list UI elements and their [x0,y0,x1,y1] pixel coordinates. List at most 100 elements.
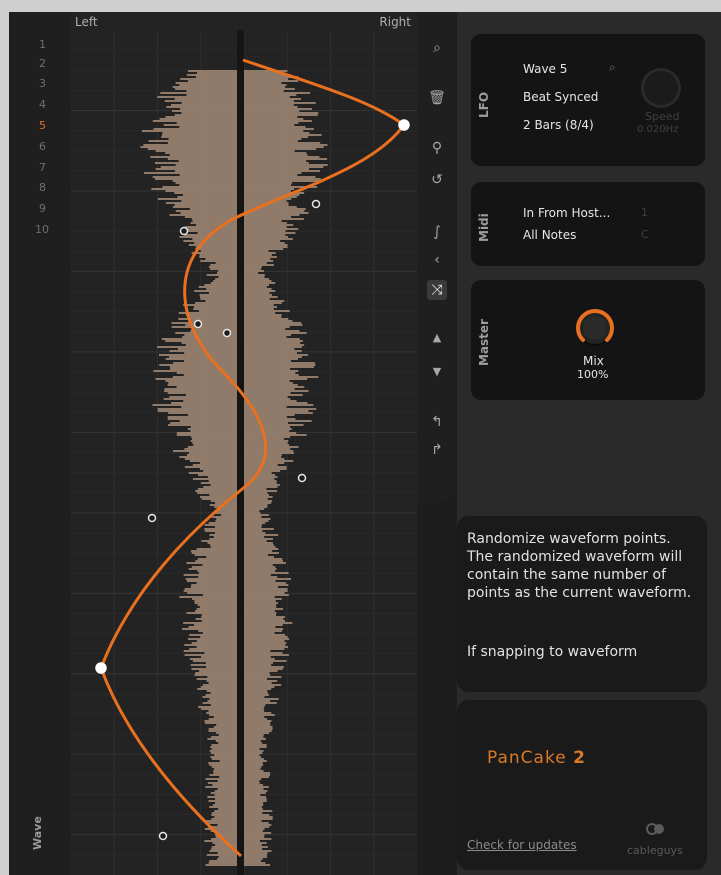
waveform-sample [241,568,277,570]
waveform-sample [241,312,276,314]
waveform-sample [241,232,296,234]
waveform-sample [241,670,278,672]
wave-slot-8[interactable]: 8 [39,181,59,194]
waveform-sample [198,286,241,288]
waveform-sample [241,282,276,284]
waveform-sample [241,676,282,678]
waveform-sample [241,122,299,124]
waveform-sample [241,124,295,126]
triangle-up-icon[interactable]: ▲ [427,328,447,348]
waveform-sample [190,440,241,442]
check-updates-link[interactable]: Check for updates [467,838,577,852]
wave-slot-10[interactable]: 10 [35,223,55,236]
waveform-sample [213,716,241,718]
redo-icon[interactable]: ↱ [427,440,447,460]
waveform-sample [191,566,241,568]
midi-key-value[interactable]: C [641,228,649,241]
lfo-length-select[interactable]: 2 Bars (8/4) [523,118,594,132]
waveform-sample [241,228,299,230]
waveform-sample [241,168,310,170]
waveform-editor[interactable] [71,30,417,875]
waveform-sample [241,764,264,766]
waveform-sample [210,268,241,270]
midi-input-select[interactable]: In From Host... [523,206,610,220]
curve-point[interactable] [311,199,321,209]
curve-point[interactable] [158,831,168,841]
wave-slot-7[interactable]: 7 [39,161,59,174]
waveform-sample [193,306,241,308]
waveform-sample [195,302,241,304]
waveform-sample [179,456,241,458]
waveform-sample [206,274,241,276]
curve-point[interactable] [179,226,189,236]
waveform-sample [241,774,271,776]
curve-point[interactable] [297,473,307,483]
search-icon[interactable]: ⌕ [609,60,616,75]
curve-point[interactable] [398,119,410,131]
waveform-sample [204,528,241,530]
waveform-sample [202,702,241,704]
waveform-sample [206,680,241,682]
s-curve-icon[interactable]: ∫ [427,222,447,242]
waveform-sample [241,864,271,866]
waveform-sample [241,106,298,108]
wave-slot-1[interactable]: 1 [39,38,59,51]
midi-notes-select[interactable]: All Notes [523,228,576,242]
waveform-sample [241,350,302,352]
search-icon[interactable]: ⌕ [427,38,447,58]
waveform-sample [241,680,278,682]
waveform-sample [197,688,241,690]
wave-slot-9[interactable]: 9 [39,202,59,215]
curve-point[interactable] [95,662,107,674]
chevron-left-icon[interactable]: ‹ [427,250,447,270]
lfo-sync-select[interactable]: Beat Synced [523,90,598,104]
waveform-sample [198,572,241,574]
waveform-sample [209,534,241,536]
waveform-canvas[interactable] [71,30,417,875]
waveform-sample [193,308,241,310]
waveform-sample [241,582,286,584]
wave-slot-2[interactable]: 2 [39,57,59,70]
curve-point[interactable] [193,319,203,329]
waveform-sample [196,678,241,680]
link-icon[interactable]: ⚲ [427,138,447,158]
waveform-sample [201,656,241,658]
trash-icon[interactable]: 🗑 [427,88,447,108]
product-logo: PanCake 2 [487,748,586,768]
wave-slot-4[interactable]: 4 [39,98,59,111]
waveform-sample [195,76,241,78]
mix-knob[interactable] [571,304,619,352]
waveform-sample [195,618,241,620]
waveform-sample [203,486,241,488]
waveform-sample [192,478,241,480]
curve-point[interactable] [222,328,232,338]
speed-knob[interactable] [641,68,681,108]
waveform-sample [195,490,241,492]
curve-point[interactable] [147,513,157,523]
waveform-sample [241,416,287,418]
waveform-sample [241,366,314,368]
shuffle-icon[interactable]: ⤨ [427,280,447,300]
wave-slot-6[interactable]: 6 [39,140,59,153]
wave-slot-5[interactable]: 5 [39,119,59,132]
waveform-sample [241,792,266,794]
waveform-sample [241,284,270,286]
waveform-sample [241,378,308,380]
lfo-wave-select[interactable]: Wave 5 [523,62,567,76]
waveform-sample [170,368,241,370]
curve-icon[interactable]: ↺ [427,170,447,190]
waveform-sample [199,606,241,608]
waveform-sample [207,738,241,740]
waveform-sample [213,726,241,728]
waveform-sample [241,604,277,606]
waveform-sample [210,484,241,486]
waveform-sample [190,664,241,666]
waveform-sample [241,262,267,264]
waveform-sample [241,156,320,158]
undo-icon[interactable]: ↰ [427,412,447,432]
wave-slot-3[interactable]: 3 [39,77,59,90]
waveform-sample [241,804,264,806]
waveform-sample [241,632,275,634]
midi-channel-value[interactable]: 1 [641,206,648,219]
triangle-down-icon[interactable]: ▼ [427,362,447,382]
